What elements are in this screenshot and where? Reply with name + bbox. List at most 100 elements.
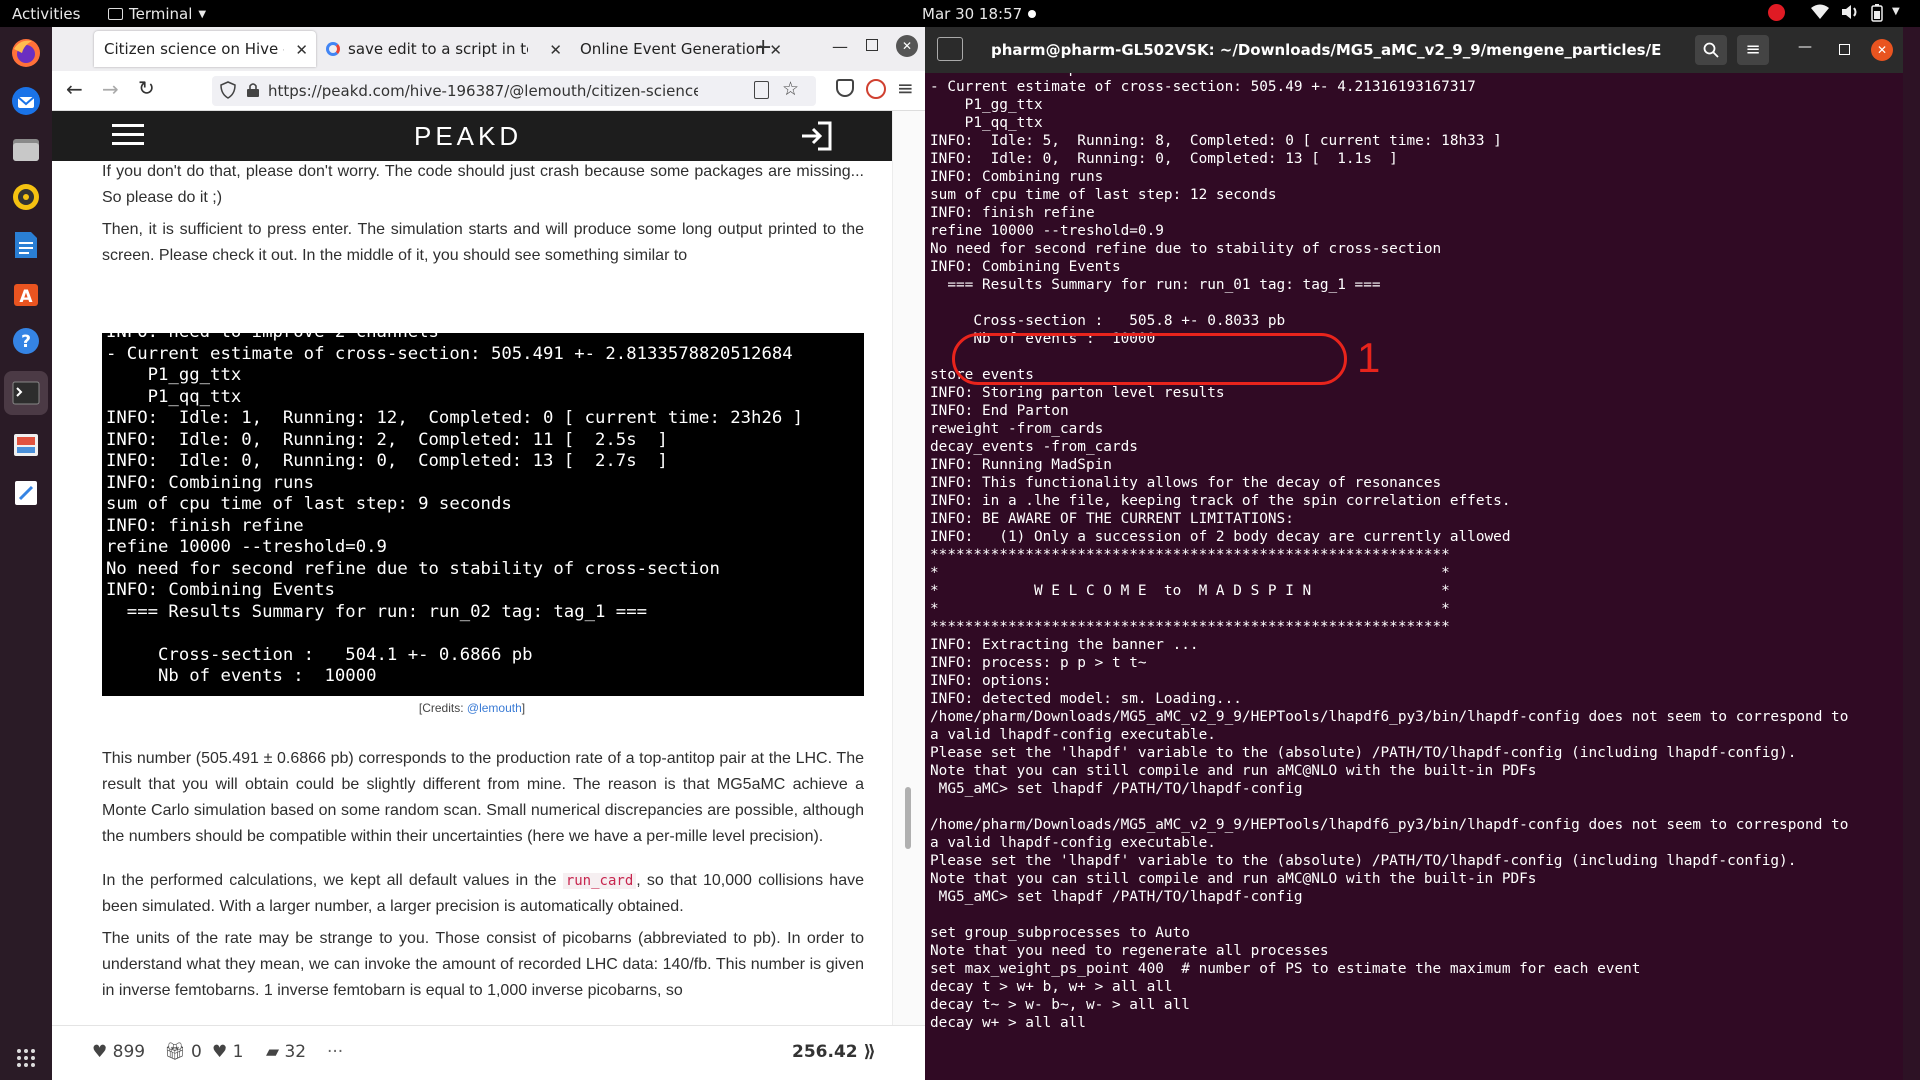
- tab-citizen-science[interactable]: Citizen science on Hive - sim ✕: [94, 31, 316, 67]
- credits-link[interactable]: @lemouth: [467, 701, 522, 715]
- credits-suffix: ]: [521, 701, 526, 715]
- gift-icon: 🎁︎: [164, 1042, 186, 1062]
- svg-text:A: A: [19, 287, 33, 307]
- payout-value: 256.42: [792, 1042, 858, 1062]
- battery-icon[interactable]: [1871, 4, 1883, 26]
- app-menu-label: Terminal: [129, 5, 193, 23]
- image-viewer-icon[interactable]: [8, 427, 44, 463]
- terminal-output[interactable]: INFO: need to improve 2 channels - Curre…: [930, 73, 1890, 1058]
- libreoffice-writer-icon[interactable]: [8, 227, 44, 263]
- bookmark-star-icon[interactable]: ☆: [782, 78, 799, 100]
- code-block: INFO: need to improve 2 channels - Curre…: [102, 333, 864, 696]
- shield-icon[interactable]: [220, 81, 236, 103]
- wifi-icon[interactable]: [1810, 3, 1830, 25]
- svg-text:?: ?: [21, 332, 31, 352]
- code-text: INFO: need to improve 2 channels - Curre…: [106, 333, 804, 686]
- login-icon[interactable]: [800, 121, 832, 155]
- close-tab-icon[interactable]: ✕: [549, 41, 562, 59]
- tab-title: save edit to a script in te: [348, 40, 528, 58]
- thunderbird-icon[interactable]: [8, 83, 44, 119]
- clock[interactable]: Mar 30 18:57: [922, 5, 1037, 23]
- maximize-button[interactable]: [866, 39, 878, 51]
- extension-icon[interactable]: [866, 79, 886, 99]
- minimize-button[interactable]: —: [832, 37, 848, 56]
- tab-title: Online Event Generation: [580, 40, 765, 58]
- highlight-circle: [952, 333, 1347, 385]
- heart-icon: ♥: [212, 1042, 228, 1062]
- inline-code: run_card: [562, 873, 637, 889]
- heart-count: 1: [232, 1042, 244, 1062]
- forward-icon[interactable]: →: [102, 77, 119, 101]
- google-icon: [326, 42, 340, 56]
- paragraph: Then, it is sufficient to press enter. T…: [102, 221, 864, 264]
- desktop-edge: [1903, 27, 1920, 1080]
- text-span: In the performed calculations, we kept a…: [102, 872, 563, 889]
- do-not-disturb-icon[interactable]: [1768, 4, 1785, 21]
- tab-bar: Citizen science on Hive - sim ✕ save edi…: [52, 27, 925, 71]
- close-window-button[interactable]: ✕: [1871, 39, 1893, 61]
- terminal-bottom: [925, 1058, 1903, 1080]
- logo-text: PEAKD: [414, 121, 523, 151]
- comment-icon: ▰: [266, 1042, 280, 1062]
- upvote-button[interactable]: ♥ 899: [92, 1042, 145, 1062]
- notification-dot-icon: [1028, 10, 1037, 18]
- hamburger-menu-icon[interactable]: ≡: [1737, 35, 1769, 65]
- app-menu[interactable]: Terminal ▼: [108, 5, 206, 23]
- help-icon[interactable]: ?: [8, 323, 44, 359]
- terminal-title: pharm@pharm-GL502VSK: ~/Downloads/MG5_aM…: [991, 41, 1661, 59]
- files-icon[interactable]: [8, 131, 44, 167]
- more-options-button[interactable]: ···: [327, 1042, 343, 1062]
- heart-icon: ♥: [92, 1042, 108, 1062]
- back-icon[interactable]: ←: [66, 77, 83, 101]
- page-scrollbar[interactable]: [892, 111, 925, 1025]
- system-top-bar: Activities Terminal ▼ Mar 30 18:57 ▼: [0, 0, 1920, 27]
- reload-icon[interactable]: ↻: [138, 76, 155, 100]
- firefox-window: Citizen science on Hive - sim ✕ save edi…: [52, 27, 925, 1080]
- menu-icon[interactable]: [112, 124, 144, 150]
- vote-count: 899: [112, 1042, 146, 1062]
- navigation-bar: ← → ↻ https://peakd.com/hive-196387/@lem…: [52, 71, 925, 111]
- reader-view-icon[interactable]: [754, 81, 769, 99]
- maximize-button[interactable]: [1839, 44, 1850, 55]
- url-bar[interactable]: https://peakd.com/hive-196387/@lemouth/c…: [212, 76, 816, 106]
- system-menu-caret-icon[interactable]: ▼: [1892, 6, 1900, 17]
- activities-button[interactable]: Activities: [12, 5, 80, 23]
- new-tab-icon[interactable]: [937, 37, 963, 61]
- scrollbar-thumb[interactable]: [905, 787, 911, 849]
- close-window-button[interactable]: ✕: [896, 35, 918, 57]
- reblog-button[interactable]: 🎁︎ 0: [164, 1042, 202, 1062]
- comment-count: 32: [284, 1042, 307, 1062]
- ubuntu-software-icon[interactable]: A: [8, 275, 44, 311]
- heart-button[interactable]: ♥ 1: [212, 1042, 243, 1062]
- terminal-app-icon: [108, 8, 123, 20]
- clock-label: Mar 30 18:57: [922, 5, 1023, 23]
- paragraph: If you don't do that, please don't worry…: [102, 163, 864, 206]
- search-icon[interactable]: [1695, 35, 1727, 65]
- terminal-header: pharm@pharm-GL502VSK: ~/Downloads/MG5_aM…: [925, 27, 1903, 73]
- paragraph: This number (505.491 ± 0.6866 pb) corres…: [102, 750, 864, 845]
- lock-icon[interactable]: [246, 82, 260, 102]
- minimize-button[interactable]: —: [1798, 39, 1812, 55]
- annotation-number: 1: [1357, 334, 1381, 381]
- show-applications-icon[interactable]: [8, 1040, 44, 1076]
- volume-icon[interactable]: [1840, 3, 1860, 25]
- tab-title: Citizen science on Hive - sim: [104, 40, 284, 58]
- text-editor-icon[interactable]: [8, 475, 44, 511]
- terminal-text: INFO: need to improve 2 channels - Curre…: [930, 73, 1849, 1031]
- close-tab-icon[interactable]: ✕: [295, 41, 308, 59]
- peakd-logo[interactable]: PEAKD: [414, 121, 522, 152]
- tab-save-edit[interactable]: save edit to a script in te ✕: [316, 31, 570, 67]
- new-tab-button[interactable]: +: [754, 35, 772, 60]
- hamburger-menu-icon[interactable]: ≡: [897, 76, 914, 100]
- comments-button[interactable]: ▰ 32: [266, 1042, 306, 1062]
- reblog-count: 0: [191, 1042, 202, 1062]
- article-content: If you don't do that, please don't worry…: [52, 161, 892, 1025]
- post-footer: ♥ 899 🎁︎ 0 ♥ 1 ▰ 32 ··· 256.42 ⟫: [52, 1025, 925, 1080]
- ubuntu-dock: A ?: [0, 27, 52, 1080]
- terminal-icon[interactable]: [4, 371, 48, 415]
- rhythmbox-icon[interactable]: [8, 179, 44, 215]
- firefox-icon[interactable]: [8, 35, 44, 71]
- url-text: https://peakd.com/hive-196387/@lemouth/c…: [268, 82, 698, 100]
- payout-button[interactable]: 256.42 ⟫: [792, 1042, 876, 1062]
- pocket-icon[interactable]: [836, 79, 854, 97]
